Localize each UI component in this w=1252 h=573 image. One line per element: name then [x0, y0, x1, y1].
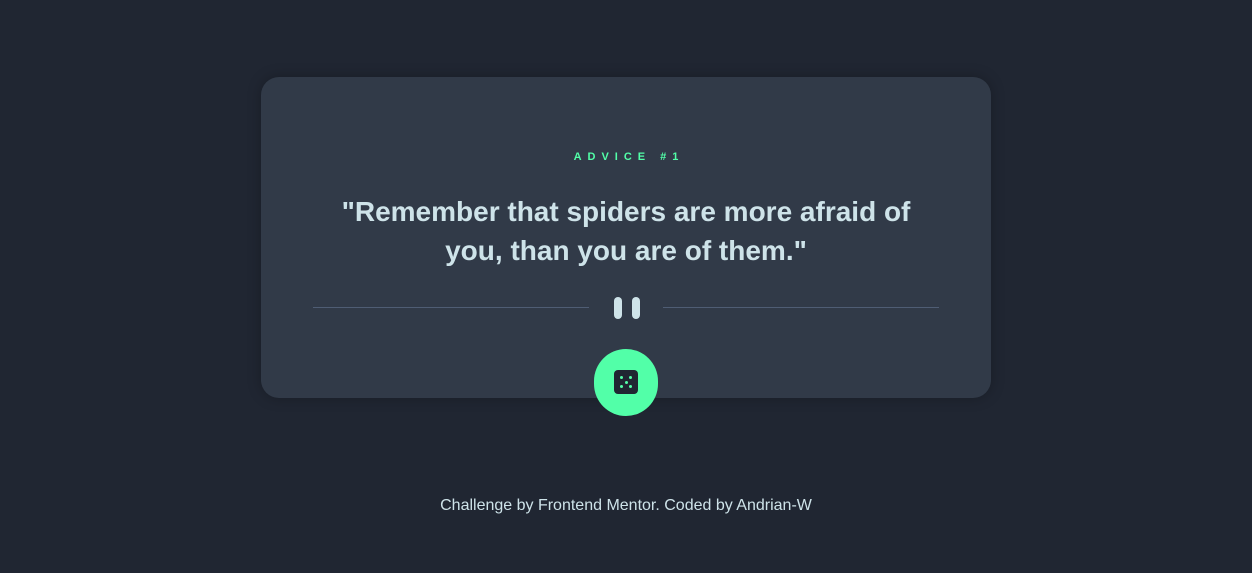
page: ADVICE #1 "Remember that spiders are mor… [0, 0, 1252, 573]
new-advice-button[interactable] [594, 349, 658, 416]
advice-number-label: ADVICE #1 [573, 151, 685, 163]
pause-icon [612, 297, 642, 319]
advice-quote: "Remember that spiders are more afraid o… [341, 196, 911, 266]
dice-icon [614, 370, 638, 394]
divider [313, 291, 939, 323]
divider-line-right [663, 307, 939, 308]
attribution-footer: Challenge by Frontend Mentor. Coded by A… [440, 497, 812, 514]
divider-line-left [313, 307, 589, 308]
